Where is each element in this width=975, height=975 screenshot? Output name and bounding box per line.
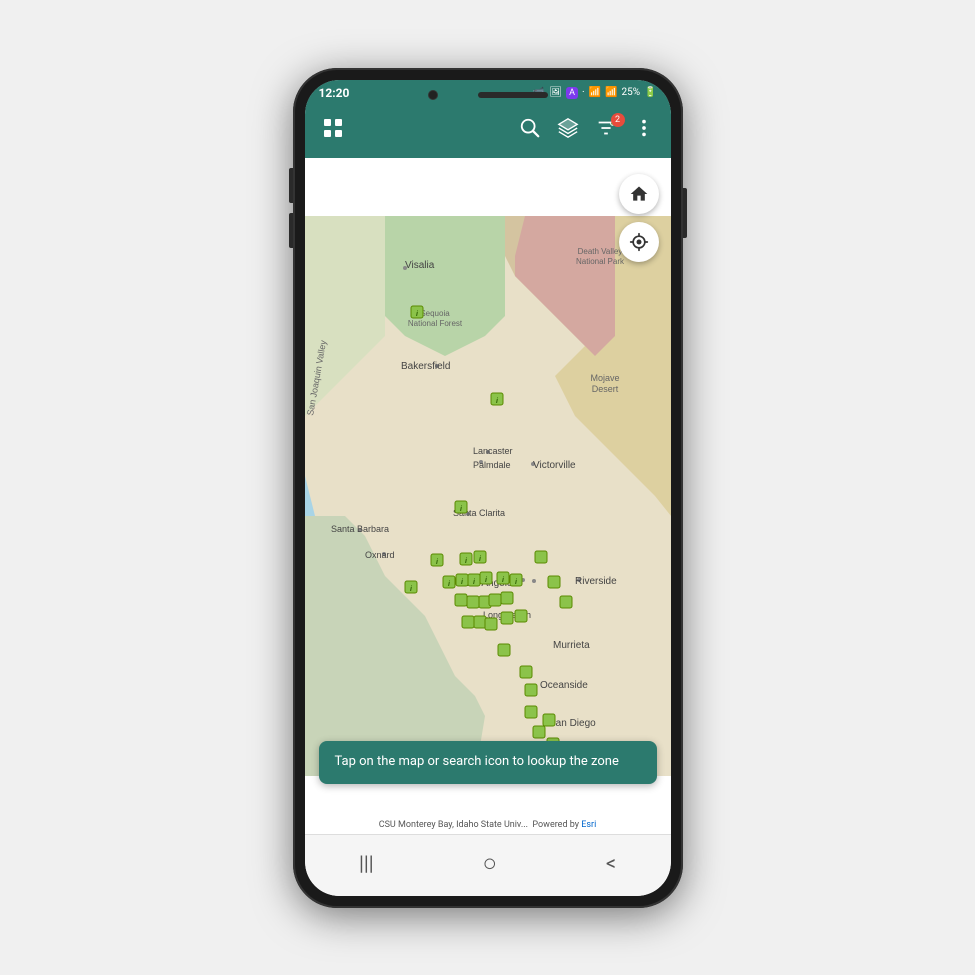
attribution-text: CSU Monterey Bay, Idaho State Univ... xyxy=(379,820,528,830)
svg-text:Lancaster: Lancaster xyxy=(473,446,513,456)
svg-text:Desert: Desert xyxy=(591,384,618,394)
layers-icon[interactable] xyxy=(553,113,583,149)
phone-device: 12:20 📹 🖼 A · 📶 📶 25% 🔋 xyxy=(293,68,683,908)
map-area[interactable]: Visalia Bakersfield Lancaster Palmdale S… xyxy=(305,158,671,834)
app-bar-right-icons: 2 xyxy=(515,113,659,149)
location-button[interactable] xyxy=(619,222,659,262)
powered-by-text: Powered by xyxy=(532,820,579,830)
phone-screen: 12:20 📹 🖼 A · 📶 📶 25% 🔋 xyxy=(305,80,671,896)
volume-down-button xyxy=(289,213,293,248)
svg-text:Mojave: Mojave xyxy=(590,373,619,383)
svg-text:Bakersfield: Bakersfield xyxy=(401,361,450,372)
svg-text:National Park: National Park xyxy=(575,257,624,266)
svg-text:Oxnard: Oxnard xyxy=(365,550,395,560)
svg-text:Visalia: Visalia xyxy=(405,260,435,271)
search-icon[interactable] xyxy=(515,113,545,149)
volume-up-button xyxy=(289,168,293,203)
filter-badge: 2 xyxy=(611,113,625,127)
grid-icon[interactable] xyxy=(317,112,349,150)
esri-link[interactable]: Esri xyxy=(581,820,596,830)
svg-text:Santa Barbara: Santa Barbara xyxy=(331,524,389,534)
front-camera xyxy=(428,90,438,100)
map-tooltip: Tap on the map or search icon to lookup … xyxy=(319,741,657,783)
filter-badge-wrapper: 2 xyxy=(591,117,621,145)
svg-text:Riverside: Riverside xyxy=(575,576,617,587)
recent-apps-button[interactable]: ||| xyxy=(339,847,394,879)
home-map-button[interactable] xyxy=(619,174,659,214)
map-svg: Visalia Bakersfield Lancaster Palmdale S… xyxy=(305,158,671,834)
earpiece xyxy=(478,92,548,98)
svg-text:Victorville: Victorville xyxy=(533,460,576,471)
power-button xyxy=(683,188,687,238)
app-bar: 2 xyxy=(305,104,671,158)
phone-notch xyxy=(305,80,671,110)
tooltip-text: Tap on the map or search icon to lookup … xyxy=(335,754,619,769)
svg-text:San Diego: San Diego xyxy=(549,718,596,729)
svg-text:Death Valley: Death Valley xyxy=(577,247,622,256)
svg-text:Murrieta: Murrieta xyxy=(553,640,590,651)
bottom-nav: ||| ○ < xyxy=(305,834,671,896)
svg-text:Sequoia: Sequoia xyxy=(420,309,450,318)
svg-text:National Forest: National Forest xyxy=(407,319,462,328)
map-attribution: CSU Monterey Bay, Idaho State Univ... Po… xyxy=(305,818,671,832)
back-button[interactable]: < xyxy=(586,847,636,879)
more-icon[interactable] xyxy=(629,113,659,149)
svg-text:Oceanside: Oceanside xyxy=(540,680,588,691)
home-button[interactable]: ○ xyxy=(462,845,517,882)
svg-text:Palmdale: Palmdale xyxy=(473,460,511,470)
screen-content: 12:20 📹 🖼 A · 📶 📶 25% 🔋 xyxy=(305,80,671,896)
